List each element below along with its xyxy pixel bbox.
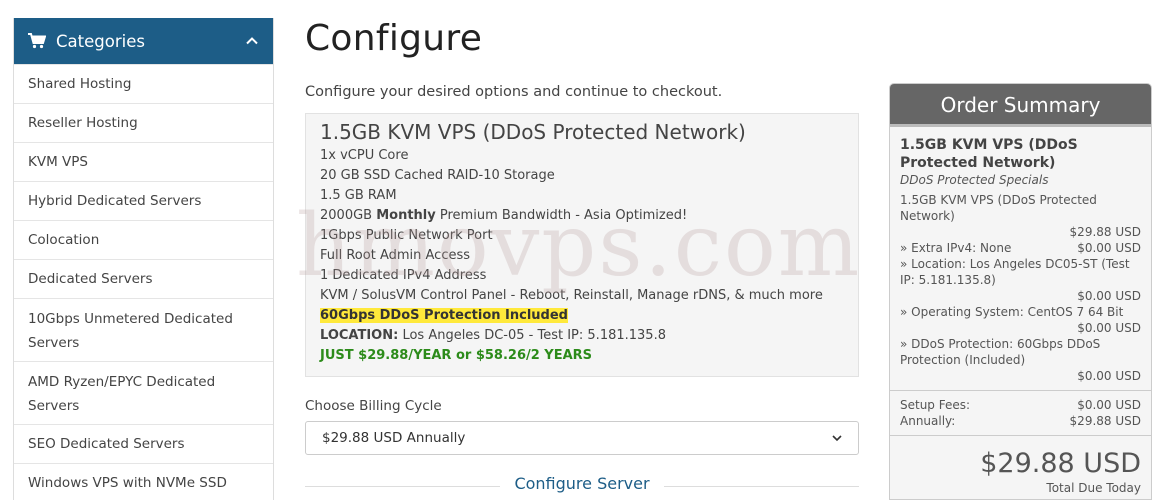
sidebar-item-colocation[interactable]: Colocation: [14, 220, 273, 259]
feature-line: 1 Dedicated IPv4 Address: [320, 268, 487, 283]
annually-value: $29.88 USD: [1069, 414, 1141, 428]
configure-server-heading: Configure Server: [500, 474, 664, 493]
categories-title: Categories: [56, 31, 145, 51]
sidebar-item-label: Dedicated Servers: [28, 271, 153, 287]
setup-fees-label: Setup Fees:: [900, 398, 971, 412]
feature-line: 1x vCPU Core: [320, 148, 409, 163]
bandwidth-prefix: 2000GB: [320, 208, 377, 223]
sidebar-item-label: SEO Dedicated Servers: [28, 436, 185, 452]
summary-divider: [890, 435, 1151, 436]
product-name: 1.5GB KVM VPS (DDoS Protected Network): [320, 120, 746, 144]
sidebar-item-label: Colocation: [28, 232, 100, 248]
feature-line: 20 GB SSD Cached RAID-10 Storage: [320, 168, 555, 183]
setup-fees-value: $0.00 USD: [1077, 398, 1141, 412]
summary-product-price: $29.88 USD: [1069, 225, 1141, 239]
categories-header[interactable]: Categories: [14, 18, 273, 64]
page-subtitle: Configure your desired options and conti…: [305, 84, 723, 100]
feature-ddos: 60Gbps DDoS Protection Included: [320, 306, 844, 326]
summary-option-price: $0.00 USD: [1077, 289, 1141, 303]
feature-bandwidth: 2000GB Monthly Premium Bandwidth - Asia …: [320, 206, 844, 226]
sidebar-item-windows-vps[interactable]: Windows VPS with NVMe SSD: [14, 463, 273, 500]
page-title: Configure: [305, 18, 483, 59]
bandwidth-suffix: Premium Bandwidth - Asia Optimized!: [435, 208, 688, 223]
sidebar-item-seo-dedicated[interactable]: SEO Dedicated Servers: [14, 424, 273, 463]
feature-location: LOCATION: Los Angeles DC-05 - Test IP: 5…: [320, 326, 844, 346]
ddos-highlight: 60Gbps DDoS Protection Included: [320, 308, 568, 323]
shopping-cart-icon: [28, 33, 46, 49]
summary-divider: [890, 390, 1151, 391]
summary-total-label: Total Due Today: [1046, 481, 1141, 495]
summary-option-label: » Operating System: CentOS 7 64 Bit: [900, 305, 1124, 319]
order-summary-panel: Order Summary 1.5GB KVM VPS (DDoS Protec…: [889, 83, 1152, 500]
summary-option-label: » Extra IPv4: None: [900, 241, 1012, 255]
chevron-down-icon: [832, 435, 842, 442]
billing-cycle-value: $29.88 USD Annually: [322, 430, 466, 446]
sidebar-item-kvm-vps[interactable]: KVM VPS: [14, 142, 273, 181]
sidebar-item-label: Windows VPS with NVMe SSD: [28, 475, 227, 491]
sidebar-item-reseller-hosting[interactable]: Reseller Hosting: [14, 103, 273, 142]
summary-option-label: » Location: Los Angeles DC05-ST (Test IP…: [900, 257, 1130, 287]
summary-product-group: DDoS Protected Specials: [900, 173, 1049, 187]
annually-label: Annually:: [900, 414, 956, 428]
section-divider-left: [305, 486, 500, 487]
summary-option-price: $0.00 USD: [1077, 321, 1141, 335]
feature-line: 1Gbps Public Network Port: [320, 228, 493, 243]
location-value: Los Angeles DC-05 - Test IP: 5.181.135.8: [398, 328, 666, 343]
feature-line: 1.5 GB RAM: [320, 188, 397, 203]
sidebar-item-label: KVM VPS: [28, 154, 88, 170]
summary-setup-fees: Setup Fees: $0.00 USD: [900, 397, 1141, 413]
summary-option-price: $0.00 USD: [1077, 369, 1141, 383]
categories-sidebar: Categories Shared Hosting Reseller Hosti…: [13, 18, 274, 500]
summary-total: $29.88 USD: [980, 448, 1141, 479]
summary-annually: Annually: $29.88 USD: [900, 413, 1141, 429]
summary-option-label: » DDoS Protection: 60Gbps DDoS Protectio…: [900, 337, 1101, 367]
summary-product-line: 1.5GB KVM VPS (DDoS Protected Network): [900, 193, 1097, 223]
bandwidth-bold: Monthly: [376, 208, 436, 223]
chevron-up-icon[interactable]: [245, 34, 259, 48]
billing-cycle-select[interactable]: $29.88 USD Annually: [305, 421, 859, 455]
sidebar-item-label: Hybrid Dedicated Servers: [28, 193, 202, 209]
sidebar-item-label: Shared Hosting: [28, 76, 132, 92]
promo-price: JUST $29.88/YEAR or $58.26/2 YEARS: [320, 348, 593, 363]
sidebar-item-label: 10Gbps Unmetered Dedicated Servers: [28, 311, 233, 351]
sidebar-item-dedicated-servers[interactable]: Dedicated Servers: [14, 259, 273, 298]
order-summary-title: Order Summary: [890, 84, 1151, 127]
location-label: LOCATION:: [320, 328, 399, 343]
summary-product-name: 1.5GB KVM VPS (DDoS Protected Network): [900, 137, 1078, 171]
sidebar-item-amd-dedicated[interactable]: AMD Ryzen/EPYC Dedicated Servers: [14, 361, 273, 424]
sidebar-item-shared-hosting[interactable]: Shared Hosting: [14, 64, 273, 103]
feature-line: Full Root Admin Access: [320, 248, 471, 263]
sidebar-item-label: Reseller Hosting: [28, 115, 138, 131]
product-info-box: 1.5GB KVM VPS (DDoS Protected Network) 1…: [305, 113, 859, 377]
section-divider-right: [664, 486, 859, 487]
sidebar-item-label: AMD Ryzen/EPYC Dedicated Servers: [28, 374, 216, 414]
billing-cycle-label: Choose Billing Cycle: [305, 398, 442, 414]
feature-line: KVM / SolusVM Control Panel - Reboot, Re…: [320, 288, 823, 303]
sidebar-item-10gbps-dedicated[interactable]: 10Gbps Unmetered Dedicated Servers: [14, 298, 273, 361]
summary-option-row: » Extra IPv4: None $0.00 USD: [900, 240, 1141, 256]
sidebar-item-hybrid-dedicated[interactable]: Hybrid Dedicated Servers: [14, 181, 273, 220]
summary-option-price: $0.00 USD: [1077, 241, 1141, 255]
